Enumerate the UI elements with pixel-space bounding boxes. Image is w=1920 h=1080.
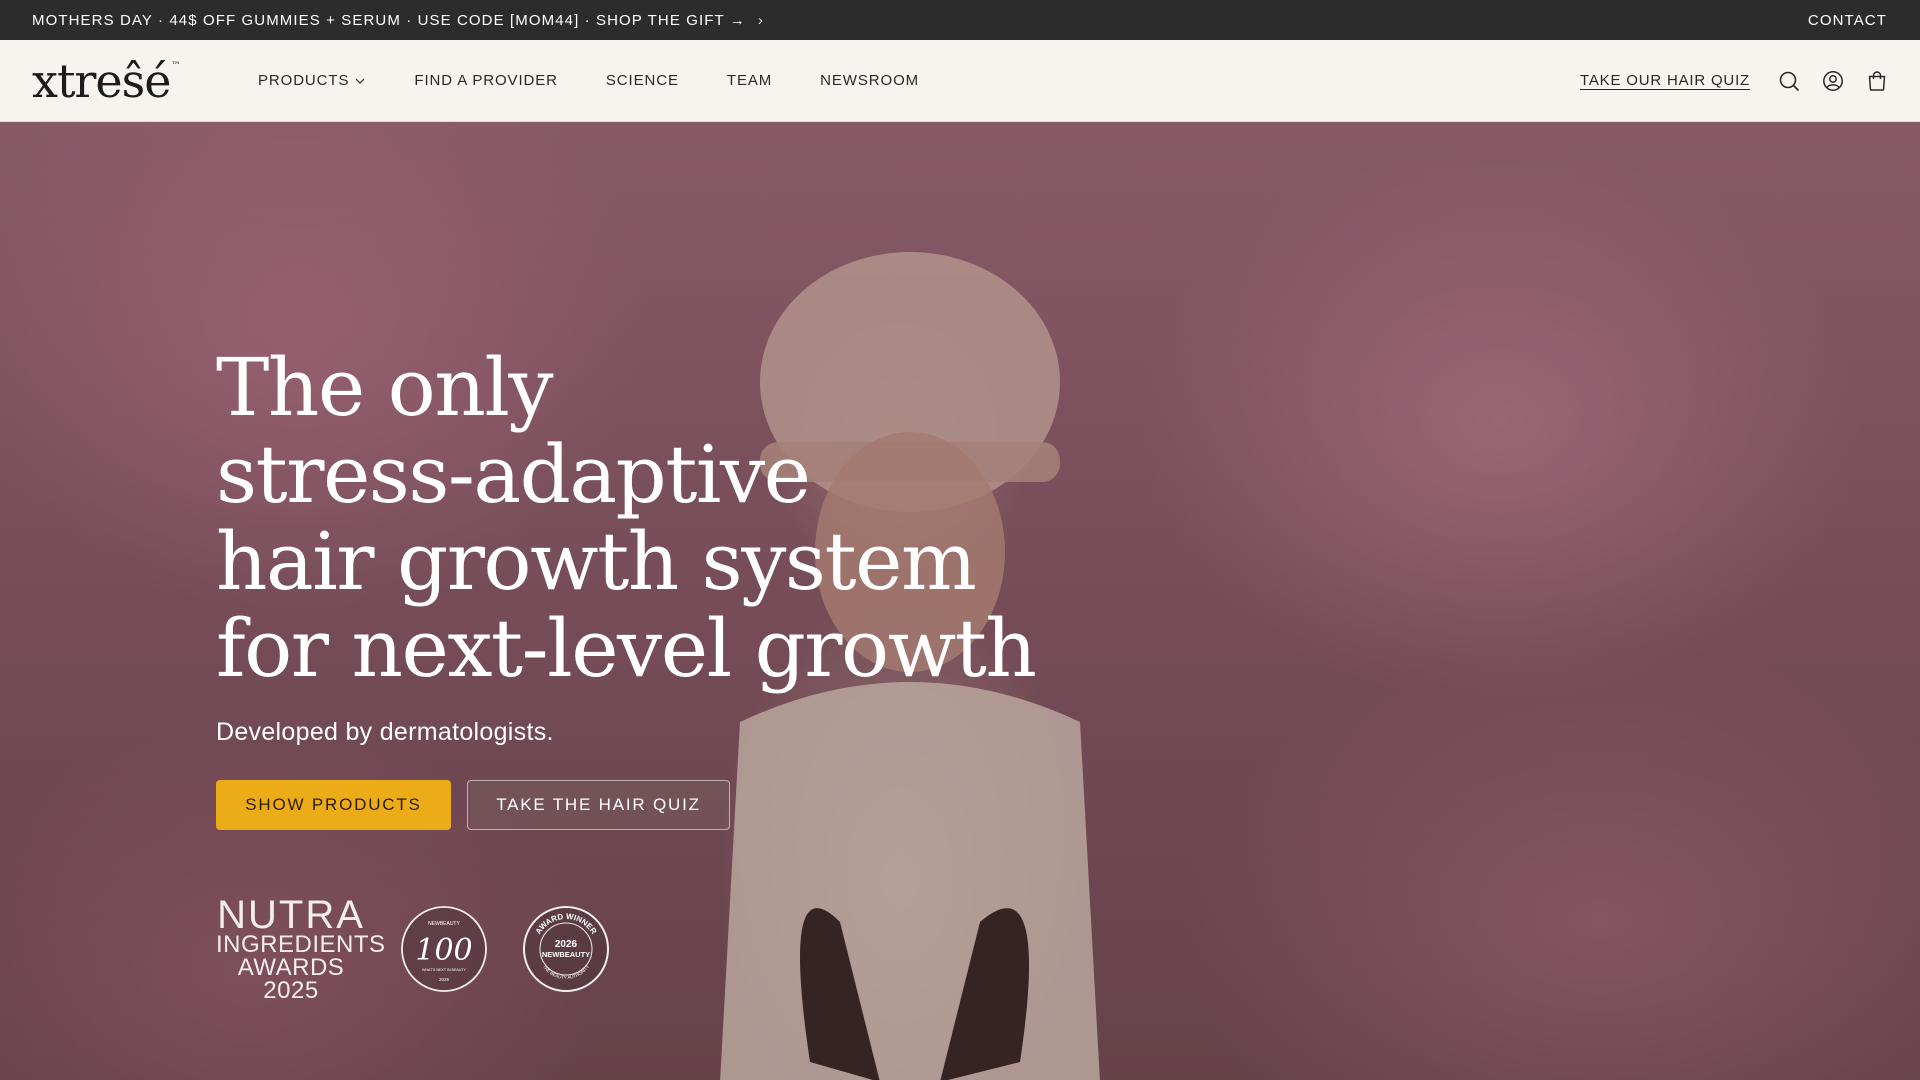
svg-text:2026: 2026	[555, 939, 578, 950]
take-hair-quiz-button[interactable]: TAKE THE HAIR QUIZ	[467, 780, 730, 830]
svg-text:WHAT'S NEXT IN BEAUTY: WHAT'S NEXT IN BEAUTY	[422, 968, 466, 972]
headline-line-4: for next-level growth	[216, 602, 1037, 695]
cart-icon[interactable]	[1866, 70, 1888, 92]
chevron-down-icon	[355, 78, 365, 84]
svg-text:2025: 2025	[439, 977, 450, 982]
hero-subline: Developed by dermatologists.	[216, 718, 554, 746]
nav-products-label: PRODUCTS	[258, 72, 350, 89]
svg-text:NEWBEAUTY: NEWBEAUTY	[542, 950, 590, 959]
promo-link[interactable]: MOTHERS DAY · 44$ OFF GUMMIES + SERUM · …	[32, 12, 764, 29]
chevron-right-icon: ›	[757, 11, 764, 29]
main-nav: PRODUCTS FIND A PROVIDER SCIENCE TEAM NE…	[258, 72, 919, 89]
nav-products[interactable]: PRODUCTS	[258, 72, 366, 89]
logo-text: xtreŝé	[32, 53, 171, 108]
account-icon[interactable]	[1822, 70, 1844, 92]
nav-newsroom[interactable]: NEWSROOM	[820, 72, 919, 89]
nav-team[interactable]: TEAM	[727, 72, 772, 89]
header-actions: TAKE OUR HAIR QUIZ	[1580, 70, 1888, 92]
hero-content: The only stress-adaptive hair growth sys…	[216, 344, 1116, 1002]
nutra-line-1: NUTRA	[217, 893, 365, 937]
site-header: xtreŝé ™ PRODUCTS FIND A PROVIDER SCIENCE…	[0, 40, 1920, 122]
logo-trademark: ™	[171, 60, 180, 71]
svg-text:100: 100	[415, 933, 472, 968]
hero-section: The only stress-adaptive hair growth sys…	[0, 122, 1920, 1080]
awards-row: NUTRA INGREDIENTS AWARDS 2025 NEWBEAUTY …	[216, 893, 1116, 1004]
headline-line-2: stress-adaptive	[216, 428, 811, 521]
nutra-line-3: AWARDS 2025	[237, 953, 345, 1004]
hair-quiz-link[interactable]: TAKE OUR HAIR QUIZ	[1580, 72, 1750, 89]
search-icon[interactable]	[1778, 70, 1800, 92]
nav-find-a-provider[interactable]: FIND A PROVIDER	[414, 72, 558, 89]
newbeauty-100-badge: NEWBEAUTY 100 WHAT'S NEXT IN BEAUTY 2025	[400, 905, 488, 993]
nav-science[interactable]: SCIENCE	[606, 72, 679, 89]
promo-text: MOTHERS DAY · 44$ OFF GUMMIES + SERUM · …	[32, 11, 746, 29]
show-products-button[interactable]: SHOW PRODUCTS	[216, 780, 451, 830]
hero-cta-row: SHOW PRODUCTS TAKE THE HAIR QUIZ	[216, 780, 1116, 830]
hero-headline: The only stress-adaptive hair growth sys…	[216, 344, 1116, 692]
svg-text:NEWBEAUTY: NEWBEAUTY	[428, 921, 460, 927]
announcement-bar: MOTHERS DAY · 44$ OFF GUMMIES + SERUM · …	[0, 0, 1920, 40]
nutra-ingredients-award-logo: NUTRA INGREDIENTS AWARDS 2025	[216, 893, 385, 1004]
headline-line-1: The only	[216, 341, 554, 434]
headline-line-3: hair growth system	[216, 515, 977, 608]
newbeauty-award-winner-badge: AWARD WINNER 2026 NEWBEAUTY THE BEAUTY A…	[522, 905, 610, 993]
brand-logo[interactable]: xtreŝé ™	[32, 58, 242, 104]
contact-link[interactable]: CONTACT	[1808, 12, 1887, 29]
